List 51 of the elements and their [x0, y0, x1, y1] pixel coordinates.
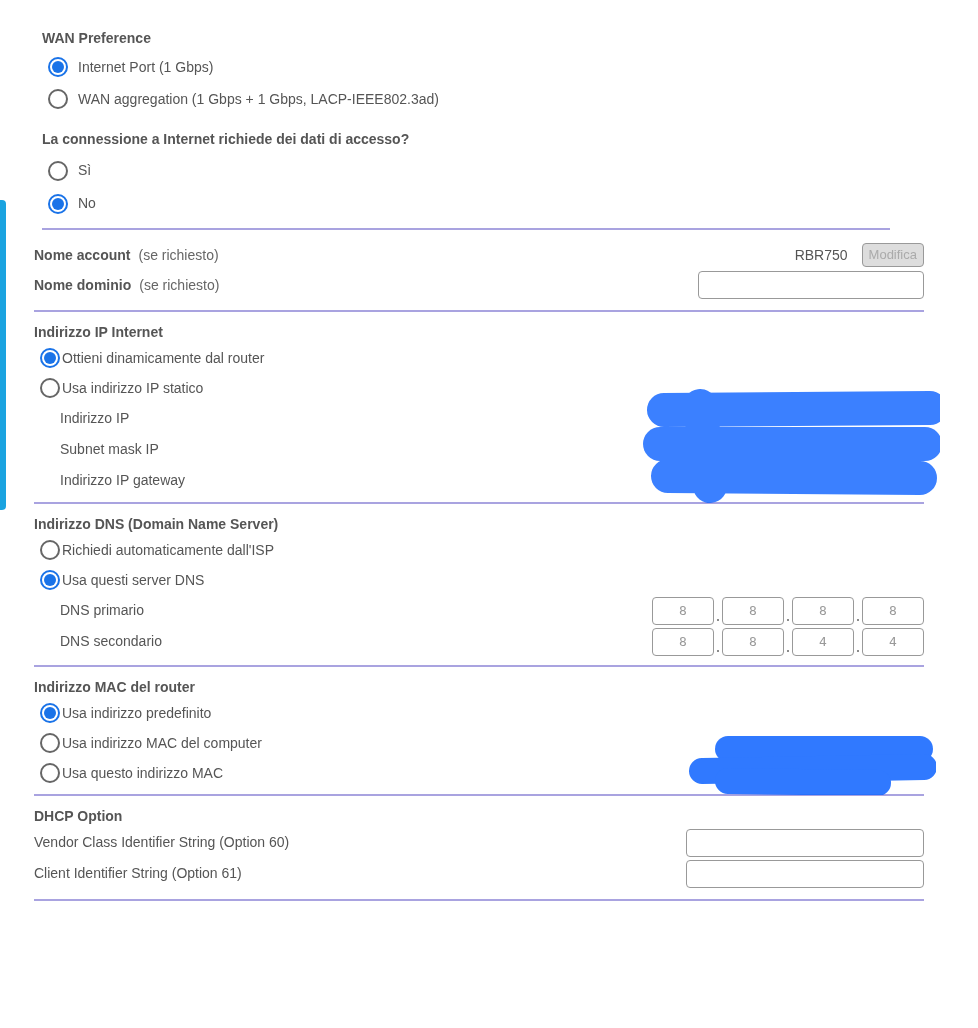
radio-button[interactable] [40, 570, 60, 590]
section-title: Indirizzo MAC del router [34, 678, 196, 697]
radio-label: Usa indirizzo predefinito [62, 703, 212, 723]
field-label: Nome dominio [34, 275, 132, 295]
radio-label: Usa indirizzo IP statico [62, 378, 204, 398]
input-field[interactable] [686, 828, 924, 857]
radio-label: WAN aggregation (1 Gbps + 1 Gbps, LACP-IEEE802.3ad) [78, 89, 439, 109]
octet-field[interactable]: 8 [652, 627, 714, 656]
radio-label: Internet Port (1 Gbps) [78, 57, 214, 77]
field-label: Subnet mask IP [59, 440, 159, 459]
field-label: DNS secondario [59, 632, 162, 651]
radio-button[interactable] [48, 89, 68, 109]
field-label: Vendor Class Identifier String (Option 60) [34, 833, 290, 852]
radio-button[interactable] [48, 160, 68, 181]
octet-field[interactable]: 8 [722, 627, 784, 656]
radio-button[interactable] [48, 57, 68, 77]
section-title: Indirizzo IP Internet [34, 323, 164, 342]
field-label: Indirizzo IP [59, 409, 130, 428]
octet-field[interactable]: 8 [722, 596, 784, 625]
octet-field[interactable]: 4 [792, 627, 854, 656]
radio-button[interactable] [40, 378, 60, 398]
radio-label: Usa questi server DNS [62, 570, 205, 590]
field-label: Nome account [34, 245, 131, 265]
radio-label: Ottieni dinamicamente dal router [62, 348, 265, 368]
octet-field[interactable]: 4 [862, 627, 924, 656]
radio-label: Usa questo indirizzo MAC [62, 763, 224, 783]
radio-label: Sì [78, 161, 92, 180]
radio-button[interactable] [40, 733, 60, 753]
octet-field[interactable]: 8 [792, 596, 854, 625]
radio-button[interactable] [40, 763, 60, 783]
input-field[interactable] [686, 859, 924, 888]
section-title: La connessione a Internet richiede dei dati di accesso? [42, 130, 411, 149]
radio-button[interactable] [40, 540, 60, 560]
radio-button[interactable] [40, 348, 60, 368]
field-label: Indirizzo IP gateway [59, 471, 186, 490]
field-hint: (se richiesto) [138, 245, 219, 265]
field-label: Client Identifier String (Option 61) [34, 864, 242, 883]
octet-field[interactable]: 8 [652, 596, 714, 625]
radio-button[interactable] [40, 703, 60, 723]
radio-label: Richiedi automaticamente dall'ISP [62, 540, 274, 560]
field-hint: (se richiesto) [139, 275, 220, 295]
octet-field[interactable]: 8 [862, 596, 924, 625]
radio-label: Usa indirizzo MAC del computer [62, 733, 262, 753]
radio-label: No [78, 194, 96, 213]
account-value: RBR750 [794, 245, 848, 265]
section-title: Indirizzo DNS (Domain Name Server) [34, 515, 280, 534]
section-title: DHCP Option [34, 807, 124, 826]
radio-button[interactable] [48, 193, 68, 214]
input-field[interactable] [698, 271, 924, 299]
section-title: WAN Preference [42, 29, 152, 48]
field-label: DNS primario [59, 601, 144, 620]
